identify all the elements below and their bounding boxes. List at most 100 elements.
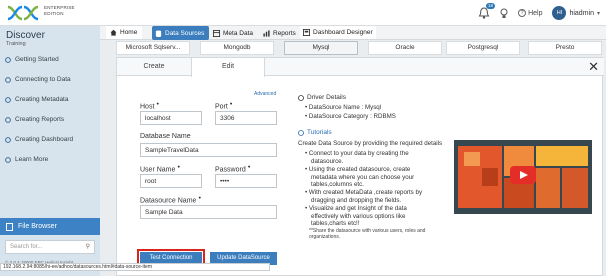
tutorials-title: Tutorials — [307, 129, 332, 136]
tutorial-bullet-text: dragging and dropping the fields. — [311, 196, 402, 204]
host-field[interactable]: localhost — [140, 111, 202, 125]
tutorial-bullet-text: tables,charts etc!! — [311, 220, 360, 227]
share-note: **Share the datasource with various user… — [309, 228, 425, 240]
password-field[interactable]: •••• — [215, 174, 277, 188]
file-browser-button[interactable]: File Browser — [0, 218, 100, 235]
lightbulb-icon[interactable] — [500, 8, 508, 19]
sidebar-item-creating-reports[interactable]: Creating Reports — [5, 116, 64, 123]
info-icon: ● — [156, 101, 160, 106]
edition-line-1: ENTERPRISE — [44, 5, 75, 10]
help-button[interactable]: ? Help — [518, 9, 542, 17]
bulb-icon — [5, 116, 11, 123]
tutorial-bullet-text: datasource. — [311, 157, 344, 165]
datasource-item[interactable]: Postgresql — [446, 41, 520, 55]
sidebar-subtitle: Training — [6, 41, 26, 47]
tutorials-heading[interactable]: Tutorials — [298, 129, 332, 136]
sidebar-item-label: Creating Reports — [15, 116, 65, 123]
sidebar-item-creating-metadata[interactable]: Creating Metadata — [5, 96, 68, 103]
sidebar-item-learn-more[interactable]: Learn More — [5, 156, 48, 163]
panel-tabs: Create Edit ✕ — [117, 58, 604, 77]
datasource-type-list: Microsoft Sqlserv... Mongodb Mysql Oracl… — [116, 41, 606, 55]
notification-count-badge: 18 — [486, 3, 496, 9]
share-note-line: organizations. — [309, 234, 341, 240]
host-label-text: Host — [140, 103, 155, 111]
bulb-icon — [5, 136, 11, 143]
chevron-down-icon: ▾ — [596, 10, 600, 17]
tutorial-bullet-2: • Using the created datasource, create m… — [305, 166, 415, 188]
tutorial-bullet-text: effectively with various options like — [311, 212, 406, 220]
bulb-icon — [5, 76, 11, 83]
tutorial-bullet-4: • Visualize and get Insight of the data … — [305, 205, 407, 227]
driver-details-heading: Driver Details — [298, 94, 346, 101]
driver-name-text: DataSource Name : Mysql — [308, 104, 382, 111]
nav-home[interactable]: Home — [106, 26, 143, 39]
datasource-name-label: Datasource Name ● — [140, 195, 201, 204]
helical-logo[interactable] — [6, 4, 42, 22]
tutorial-bullet-text: Visualize and get Insight of the data — [308, 205, 407, 212]
user-menu[interactable]: HI hiadmin ▾ — [552, 6, 600, 20]
dashboard-icon — [303, 29, 310, 36]
tutorial-bullet-text: metadata where you can choose your — [311, 173, 415, 181]
tab-create[interactable]: Create — [117, 58, 191, 76]
port-label-text: Port — [215, 103, 228, 111]
edition-line-2: EDITION — [44, 10, 64, 16]
reports-icon — [263, 29, 270, 37]
nav-meta-data[interactable]: Meta Data — [213, 26, 253, 40]
username-label-text: User Name — [140, 166, 176, 174]
tutorial-video-thumbnail[interactable] — [454, 140, 592, 214]
nav-data-sources-label: Data Sources — [165, 29, 205, 37]
nav-dashboard-designer[interactable]: Dashboard Designer — [300, 26, 376, 39]
browser-status-url: 192.168.2.94:8085/hi-ee/adhoc/datasource… — [0, 263, 270, 271]
database-name-field[interactable]: SampleTravelData — [140, 143, 277, 157]
sidebar-item-label: Connecting to Data — [15, 76, 71, 83]
datasource-item[interactable]: Presto — [528, 41, 602, 55]
sidebar-title: Discover — [6, 30, 45, 41]
sidebar: Discover Training Getting Started Connec… — [0, 26, 100, 276]
datasource-item[interactable]: Microsoft Sqlserv... — [116, 41, 190, 55]
info-circle-icon — [298, 129, 304, 136]
play-icon[interactable] — [510, 166, 536, 184]
nav-data-sources[interactable]: Data Sources — [152, 26, 210, 40]
tutorial-bullet-text: Using the created datasource, create — [308, 166, 411, 173]
driver-name-line: • DataSource Name : Mysql — [305, 104, 382, 111]
nav-home-label: Home — [120, 29, 138, 36]
nav-reports[interactable]: Reports — [263, 26, 296, 40]
sidebar-item-connecting-to-data[interactable]: Connecting to Data — [5, 76, 71, 83]
search-icon[interactable]: ⚲ — [86, 243, 90, 250]
tab-edit[interactable]: Edit — [191, 58, 265, 77]
database-icon — [155, 30, 162, 37]
port-field[interactable]: 3306 — [215, 111, 277, 125]
file-icon — [6, 222, 13, 231]
datasource-item[interactable]: Oracle — [368, 41, 442, 55]
port-label: Port ● — [215, 101, 233, 110]
bulb-icon — [5, 156, 11, 163]
search-placeholder: Search for... — [10, 244, 43, 250]
bulb-icon — [5, 56, 11, 63]
help-label: Help — [528, 9, 543, 17]
top-bar: ENTERPRISE EDITION 18 ? Help HI hiadmin … — [0, 0, 606, 26]
search-input[interactable]: Search for... ⚲ — [5, 240, 95, 254]
datasource-name-field[interactable]: Sample Data — [140, 205, 277, 219]
notifications-button[interactable]: 18 — [478, 3, 496, 20]
sidebar-item-label: Creating Dashboard — [15, 136, 74, 143]
sidebar-item-getting-started[interactable]: Getting Started — [5, 56, 59, 63]
password-label-text: Password — [215, 166, 246, 174]
host-label: Host ● — [140, 101, 159, 110]
edition-label: ENTERPRISE EDITION — [44, 5, 75, 16]
tutorial-bullet-text: With created MetaData ,create reports by — [308, 189, 423, 196]
close-icon[interactable]: ✕ — [588, 60, 599, 73]
advanced-link[interactable]: Advanced — [254, 91, 276, 97]
file-browser-label: File Browser — [18, 223, 57, 230]
sidebar-item-label: Getting Started — [15, 56, 59, 63]
driver-details-title: Driver Details — [307, 94, 347, 101]
password-label: Password ● — [215, 164, 250, 173]
driver-category-text: DataSource Category : RDBMS — [308, 113, 396, 120]
username-field[interactable]: root — [140, 174, 202, 188]
sidebar-item-creating-dashboard[interactable]: Creating Dashboard — [5, 136, 73, 143]
datasource-item-selected[interactable]: Mysql — [284, 41, 358, 55]
bulb-icon — [5, 96, 11, 103]
nav-reports-label: Reports — [273, 29, 296, 37]
tutorial-bullet-3: • With created MetaData ,create reports … — [305, 189, 423, 204]
info-icon: ● — [229, 101, 233, 106]
datasource-item[interactable]: Mongodb — [200, 41, 274, 55]
